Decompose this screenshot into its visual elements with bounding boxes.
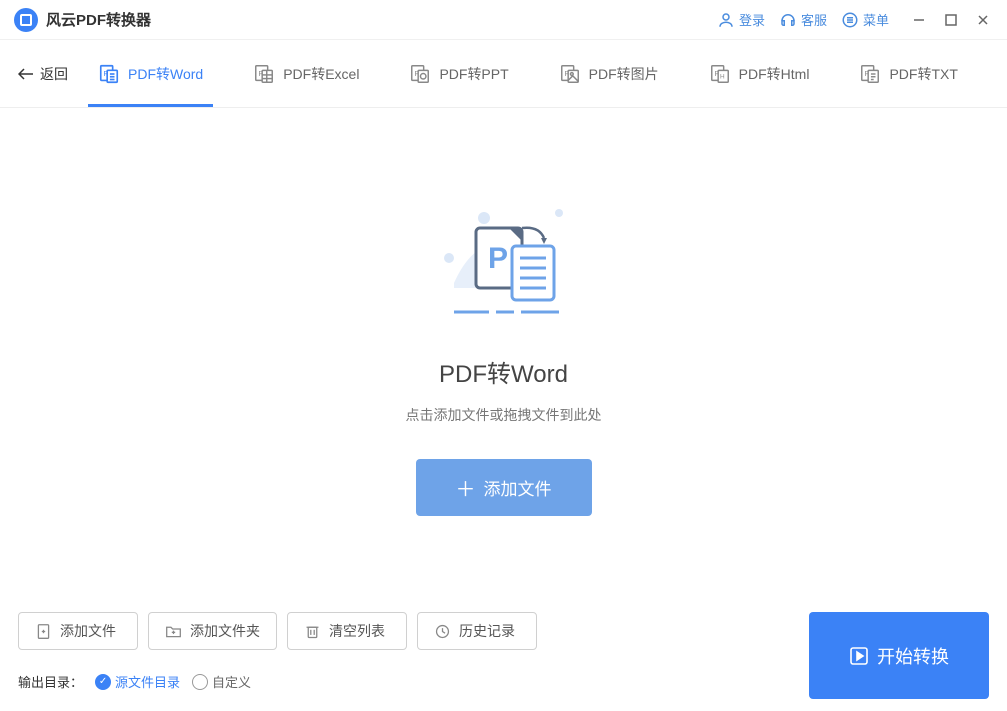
service-label: 客服 — [801, 10, 827, 29]
start-label: 开始转换 — [877, 643, 949, 669]
tab-label: PDF转PPT — [439, 64, 508, 84]
clear-list-label: 清空列表 — [329, 621, 385, 641]
history-button[interactable]: 历史记录 — [417, 612, 537, 650]
folder-plus-icon — [165, 623, 182, 640]
pdf-txt-icon: P — [859, 63, 881, 85]
add-folder-button[interactable]: 添加文件夹 — [148, 612, 277, 650]
history-label: 历史记录 — [459, 621, 515, 641]
tab-pdf-to-image[interactable]: P PDF转图片 — [559, 41, 659, 107]
tab-label: PDF转图片 — [589, 64, 659, 84]
menu-label: 菜单 — [863, 10, 889, 29]
page-heading: PDF转Word — [439, 354, 568, 389]
close-button[interactable] — [973, 10, 993, 30]
svg-text:P: P — [488, 242, 508, 275]
radio-source-label: 源文件目录 — [115, 672, 180, 691]
tab-label: PDF转TXT — [889, 64, 957, 84]
app-logo — [14, 8, 38, 32]
login-label: 登录 — [739, 10, 765, 29]
start-convert-button[interactable]: 开始转换 — [809, 612, 989, 699]
tab-pdf-to-html[interactable]: PH PDF转Html — [709, 41, 810, 107]
tab-label: PDF转Html — [739, 64, 810, 84]
user-icon — [717, 11, 735, 29]
tab-label: PDF转Word — [128, 64, 203, 84]
radio-custom-label: 自定义 — [212, 672, 251, 691]
menu-link[interactable]: 菜单 — [841, 10, 889, 29]
menu-icon — [841, 11, 859, 29]
plus-icon: ＋ — [456, 473, 476, 502]
add-file-label: 添加文件 — [60, 621, 116, 641]
file-plus-icon — [35, 623, 52, 640]
tab-pdf-to-txt[interactable]: P PDF转TXT — [859, 41, 957, 107]
pdf-ppt-icon: P — [409, 63, 431, 85]
back-label: 返回 — [40, 64, 68, 84]
play-icon — [849, 646, 869, 666]
minimize-button[interactable] — [909, 10, 929, 30]
add-file-button[interactable]: 添加文件 — [18, 612, 138, 650]
service-link[interactable]: 客服 — [779, 10, 827, 29]
tab-pdf-to-ppt[interactable]: P PDF转PPT — [409, 41, 508, 107]
pdf-illustration: P — [414, 188, 594, 328]
pdf-word-icon: P — [98, 63, 120, 85]
pdf-html-icon: PH — [709, 63, 731, 85]
clock-icon — [434, 623, 451, 640]
drop-area[interactable]: P PDF转Word 点击添加文件或拖拽文件到此处 ＋ 添加文件 — [0, 108, 1007, 596]
tabs-bar: 返回 P PDF转Word P PDF转Excel P PDF转PPT P PD… — [0, 40, 1007, 108]
radio-source-dir[interactable]: ✓ 源文件目录 — [95, 672, 180, 691]
bottom-bar: 添加文件 添加文件夹 清空列表 历史记录 输出目录： ✓ 源文件目录 自定义 开… — [0, 596, 1007, 711]
back-button[interactable]: 返回 — [18, 64, 68, 84]
clear-list-button[interactable]: 清空列表 — [287, 612, 407, 650]
titlebar: 风云PDF转换器 登录 客服 菜单 — [0, 0, 1007, 40]
tab-label: PDF转Excel — [283, 64, 359, 84]
pdf-image-icon: P — [559, 63, 581, 85]
login-link[interactable]: 登录 — [717, 10, 765, 29]
svg-text:H: H — [720, 73, 725, 80]
pdf-excel-icon: P — [253, 63, 275, 85]
app-title: 风云PDF转换器 — [46, 9, 151, 30]
arrow-left-icon — [18, 67, 34, 81]
page-hint: 点击添加文件或拖拽文件到此处 — [406, 405, 602, 425]
radio-custom-dir[interactable]: 自定义 — [192, 672, 251, 691]
headset-icon — [779, 11, 797, 29]
tab-pdf-to-excel[interactable]: P PDF转Excel — [253, 41, 359, 107]
add-file-main-button[interactable]: ＋ 添加文件 — [416, 459, 592, 516]
tab-pdf-to-word[interactable]: P PDF转Word — [98, 41, 203, 107]
maximize-button[interactable] — [941, 10, 961, 30]
output-label: 输出目录： — [18, 672, 83, 691]
add-folder-label: 添加文件夹 — [190, 621, 260, 641]
trash-icon — [304, 623, 321, 640]
add-file-main-label: 添加文件 — [484, 475, 552, 500]
